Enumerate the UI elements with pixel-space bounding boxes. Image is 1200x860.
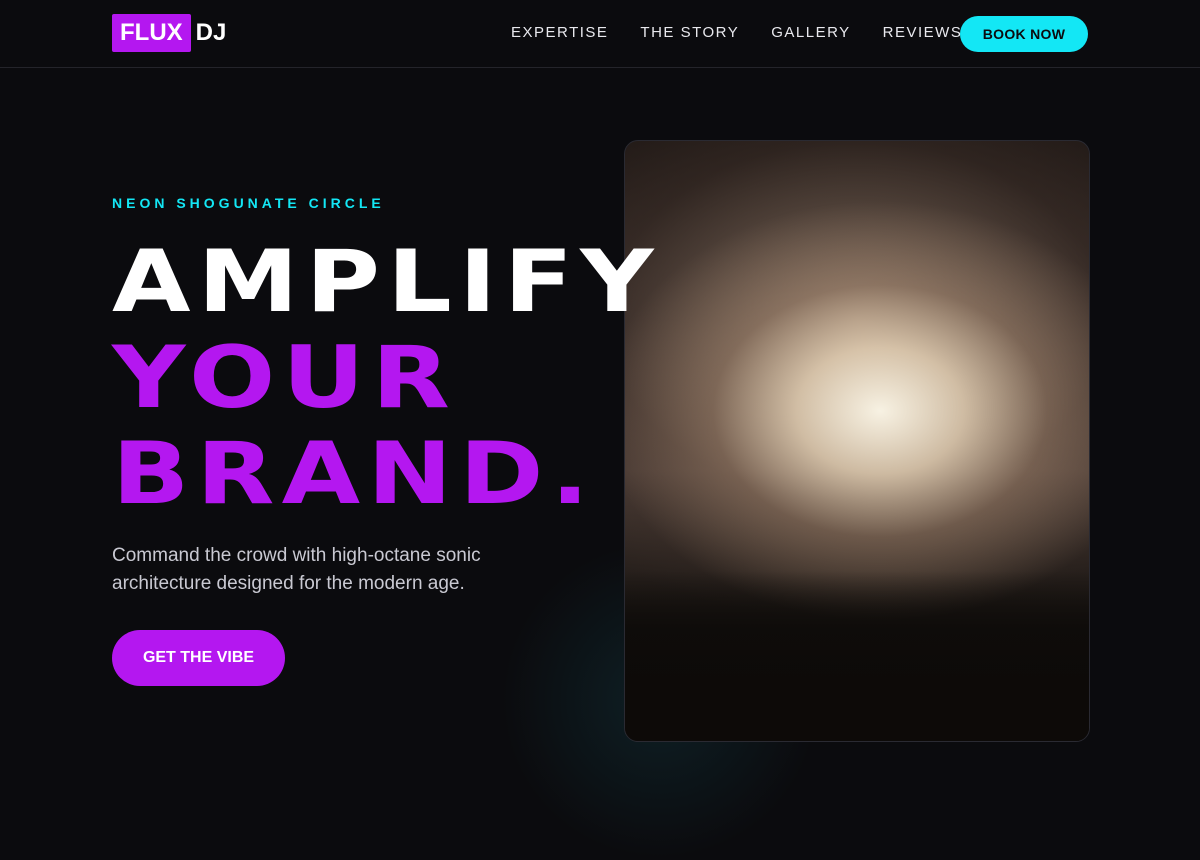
nav-links: EXPERTISE THE STORY GALLERY REVIEWS [511,24,994,41]
top-navbar: FLUX DJ EXPERTISE THE STORY GALLERY REVI… [0,0,1200,68]
hero-headline: AMPLIFY YOUR BRAND. [112,234,661,522]
logo-text: DJ [195,19,227,46]
nav-link-gallery[interactable]: GALLERY [771,24,850,41]
concert-photo [624,140,1090,742]
headline-line-1: AMPLIFY [112,232,661,332]
book-now-button[interactable]: BOOK NOW [960,16,1088,52]
headline-line-3: BRAND. [112,424,597,524]
hero-eyebrow: NEON SHOGUNATE CIRCLE [112,195,385,211]
logo[interactable]: FLUX DJ [112,14,226,52]
headline-line-2: YOUR [112,328,458,428]
nav-link-reviews[interactable]: REVIEWS [883,24,963,41]
hero-subtitle: Command the crowd with high-octane sonic… [112,545,481,594]
nav-link-the-story[interactable]: THE STORY [640,24,739,41]
crowd-silhouette [625,571,1089,741]
logo-badge: FLUX [112,14,191,52]
get-the-vibe-button[interactable]: GET THE VIBE [112,630,285,686]
nav-link-expertise[interactable]: EXPERTISE [511,24,608,41]
